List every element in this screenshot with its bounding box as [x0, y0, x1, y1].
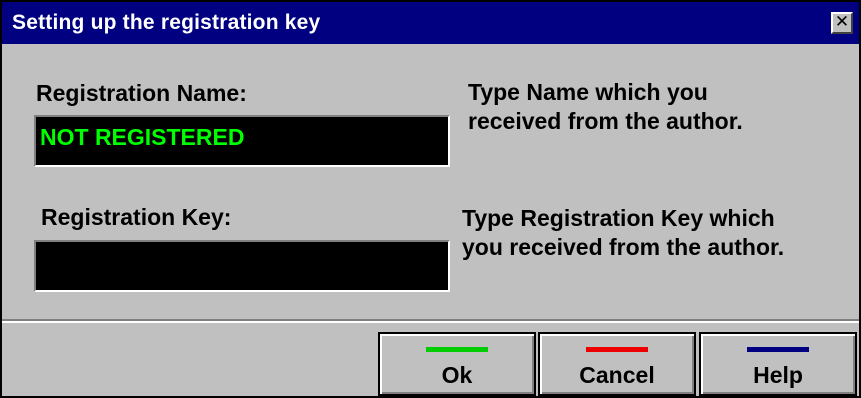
help-button[interactable]: Help	[699, 332, 857, 396]
registration-key-help-line2: you received from the author.	[462, 234, 785, 260]
registration-key-label: Registration Key:	[41, 204, 232, 230]
registration-name-label: Registration Name:	[36, 80, 247, 106]
registration-key-help: Type Registration Key which you received…	[462, 204, 784, 262]
title-bar: Setting up the registration key ✕	[2, 2, 859, 44]
registration-name-help-line2: received from the author.	[468, 108, 743, 134]
footer-divider-highlight	[2, 321, 859, 323]
ok-color-bar	[426, 347, 488, 352]
close-button[interactable]: ✕	[831, 12, 853, 34]
cancel-button[interactable]: Cancel	[538, 332, 696, 396]
cancel-color-bar	[586, 347, 648, 352]
registration-dialog: Setting up the registration key ✕ Regist…	[0, 0, 861, 398]
ok-button-label: Ok	[441, 362, 473, 388]
dialog-title: Setting up the registration key	[12, 11, 321, 34]
registration-name-field[interactable]: NOT REGISTERED	[34, 115, 450, 167]
registration-name-help-line1: Type Name which you	[468, 79, 708, 105]
registration-name-help: Type Name which you received from the au…	[468, 78, 743, 136]
close-icon: ✕	[834, 12, 850, 31]
ok-button[interactable]: Ok	[378, 332, 536, 396]
cancel-button-label: Cancel	[579, 362, 655, 388]
help-color-bar	[747, 347, 809, 352]
registration-key-help-line1: Type Registration Key which	[462, 205, 775, 231]
registration-key-field[interactable]	[34, 240, 450, 292]
help-button-label: Help	[753, 362, 803, 388]
